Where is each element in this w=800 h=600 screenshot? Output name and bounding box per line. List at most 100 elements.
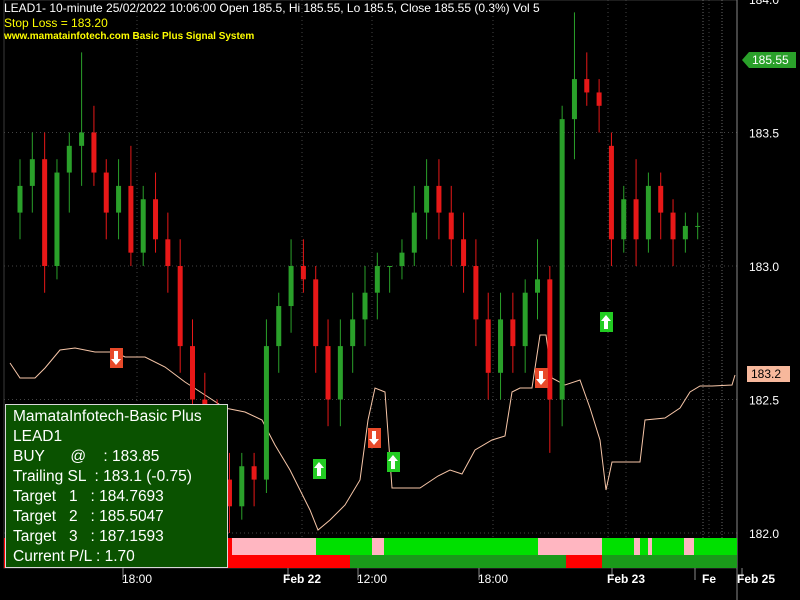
- stop-loss-label: Stop Loss = 183.20: [4, 16, 108, 30]
- candle-body: [128, 185, 134, 253]
- info-target-3: Target 3 : 187.1593: [13, 528, 164, 545]
- candle-body: [596, 92, 602, 106]
- candle-body: [29, 159, 35, 186]
- candle-body: [54, 172, 60, 266]
- signal-band-segment: [694, 538, 737, 555]
- candle-body: [522, 292, 528, 347]
- candle-body: [547, 279, 553, 400]
- chart-window[interactable]: 182.0182.5183.0183.5184.0184.5185.0185.5…: [0, 0, 800, 600]
- signal-band-segment: [232, 538, 316, 555]
- signal-band-segment: [652, 538, 684, 555]
- sell-arrow: [110, 348, 123, 368]
- x-tick-label: 18:00: [122, 572, 152, 586]
- candle-body: [350, 319, 356, 347]
- candle-body: [448, 212, 454, 240]
- website-label: www.mamatainfotech.com Basic Plus Signal…: [4, 31, 255, 42]
- x-tick-label: Fe: [702, 572, 716, 586]
- y-tick-label: 182.0: [749, 527, 779, 541]
- candle-body: [239, 466, 245, 507]
- x-tick-label: Feb 25: [737, 572, 775, 586]
- candle-body: [571, 79, 577, 120]
- info-title: MamataInfotech-Basic Plus: [13, 408, 202, 425]
- sell-arrow: [368, 428, 381, 448]
- candle-body: [621, 199, 627, 240]
- signal-band-segment: [316, 538, 372, 555]
- info-target-1: Target 1 : 184.7693: [13, 488, 164, 505]
- signal-band-segment: [412, 555, 566, 568]
- candle-body: [608, 145, 614, 240]
- signal-band-segment: [640, 538, 648, 555]
- info-buy: BUY @ : 183.85: [13, 448, 160, 465]
- candle-body: [300, 266, 306, 280]
- candle-body: [190, 346, 195, 400]
- candle-body: [695, 225, 701, 227]
- candle-body: [313, 279, 319, 347]
- candle-body: [325, 346, 331, 400]
- buy-arrow: [600, 312, 613, 332]
- candle-body: [42, 159, 48, 266]
- candle-body: [153, 199, 159, 240]
- x-tick-label: Feb 22: [283, 572, 321, 586]
- info-symbol: LEAD1: [13, 428, 63, 445]
- candle-body: [498, 319, 504, 373]
- x-tick-label: Feb 23: [607, 572, 645, 586]
- info-current-pl: Current P/L : 1.70: [13, 548, 135, 565]
- candle-body: [436, 185, 442, 213]
- signal-band-segment: [684, 538, 694, 555]
- signal-band-segment: [538, 538, 602, 555]
- candle-body: [682, 225, 688, 240]
- stop-loss-tag: 183.2: [747, 366, 790, 382]
- y-tick-label: 182.5: [749, 394, 779, 408]
- candle-body: [399, 252, 405, 266]
- signal-info-box: MamataInfotech-Basic Plus LEAD1 BUY @ : …: [5, 404, 228, 568]
- signal-band-segment: [648, 538, 652, 555]
- candle-body: [559, 119, 565, 400]
- last-price-tag: 185.55: [742, 52, 796, 68]
- candle-body: [177, 266, 183, 347]
- info-target-2: Target 2 : 185.5047: [13, 508, 164, 525]
- candle-body: [670, 212, 676, 240]
- candle-body: [288, 266, 294, 307]
- sell-arrow: [535, 368, 548, 388]
- candle-body: [165, 239, 171, 266]
- chart-title: LEAD1- 10-minute 25/02/2022 10:06:00 Ope…: [4, 1, 540, 15]
- signal-band-segment: [634, 538, 640, 555]
- signal-band-segment: [566, 555, 602, 568]
- candle-body: [79, 132, 85, 146]
- signal-band-segment: [384, 538, 538, 555]
- candle-body: [633, 199, 639, 240]
- candle-body: [411, 212, 417, 253]
- candle-body: [645, 185, 651, 240]
- candle-body: [485, 319, 491, 373]
- candle-body: [263, 346, 269, 480]
- buy-arrow: [313, 459, 326, 479]
- candle-body: [387, 266, 393, 267]
- candle-body: [374, 266, 380, 293]
- candle-body: [510, 319, 516, 347]
- info-trailing-sl: Trailing SL : 183.1 (-0.75): [13, 468, 192, 485]
- stop-loss-tag-text: 183.2: [751, 367, 781, 381]
- buy-arrow: [387, 452, 400, 472]
- candle-body: [658, 185, 664, 213]
- candle-body: [535, 279, 540, 293]
- last-price-tag-text: 185.55: [752, 53, 789, 67]
- y-tick-label: 183.5: [749, 127, 779, 141]
- candle-body: [251, 466, 257, 480]
- signal-band-segment: [602, 538, 634, 555]
- candle-body: [473, 266, 479, 320]
- signal-band-segment: [602, 555, 737, 568]
- signal-band-segment: [350, 555, 412, 568]
- candle-body: [337, 346, 343, 400]
- y-tick-label: 184.0: [749, 0, 779, 7]
- candle-body: [103, 172, 109, 213]
- x-tick-label: 18:00: [478, 572, 508, 586]
- candle-body: [66, 145, 72, 173]
- candle-body: [461, 239, 467, 266]
- y-tick-label: 183.0: [749, 260, 779, 274]
- candle-body: [17, 185, 23, 213]
- candle-body: [91, 132, 97, 173]
- candle-body: [276, 306, 282, 347]
- candle-body: [140, 199, 146, 253]
- candle-body: [424, 185, 430, 213]
- candle-body: [584, 79, 590, 93]
